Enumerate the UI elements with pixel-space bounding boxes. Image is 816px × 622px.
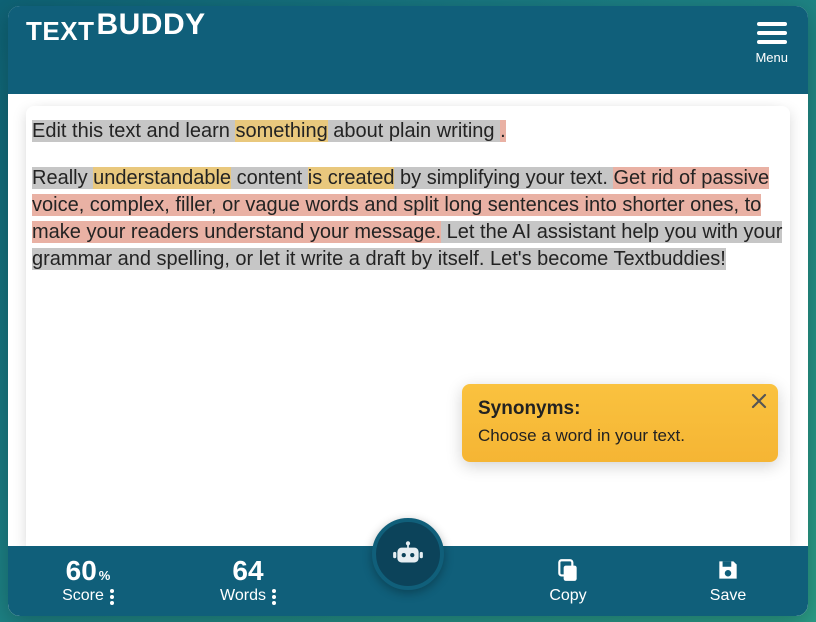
synonyms-popup: Synonyms: Choose a word in your text. <box>462 384 778 462</box>
text-segment[interactable]: understandable <box>93 167 231 189</box>
score-label: Score <box>62 587 104 605</box>
text-segment[interactable]: about plain writing <box>328 120 500 142</box>
text-segment[interactable]: by simplifying your text. <box>394 167 613 189</box>
footer-bar: 60% Score 64 Words Copy <box>8 546 808 616</box>
save-button[interactable]: Save <box>648 557 808 605</box>
synonyms-subtitle: Choose a word in your text. <box>478 426 762 446</box>
text-segment[interactable]: Let's become Textbuddies! <box>484 248 725 270</box>
text-segment[interactable]: Really <box>32 167 93 189</box>
copy-button[interactable]: Copy <box>488 557 648 605</box>
words-cell[interactable]: 64 Words <box>168 557 328 605</box>
close-icon[interactable] <box>750 392 768 414</box>
kebab-icon <box>272 589 276 605</box>
text-segment[interactable]: something <box>235 120 327 142</box>
brand-logo: TEXT BUDDY <box>26 18 206 48</box>
words-label: Words <box>220 587 266 605</box>
brand-buddy: BUDDY <box>96 10 205 40</box>
text-segment[interactable]: content <box>231 167 308 189</box>
app-window: TEXT BUDDY Menu Edit this text and learn… <box>8 6 808 616</box>
paragraph-2[interactable]: Really understandable content is created… <box>32 165 784 273</box>
menu-icon <box>755 22 788 44</box>
score-value: 60 <box>66 555 97 586</box>
text-editor[interactable]: Edit this text and learn something about… <box>26 106 790 556</box>
copy-label: Copy <box>488 587 648 605</box>
brand-text: TEXT <box>26 18 94 48</box>
menu-button[interactable]: Menu <box>755 18 788 65</box>
editor-area: Edit this text and learn something about… <box>8 94 808 546</box>
text-segment[interactable]: . <box>500 120 506 142</box>
menu-label: Menu <box>755 50 788 65</box>
text-segment[interactable]: is created <box>308 167 395 189</box>
robot-icon <box>391 537 425 571</box>
kebab-icon <box>110 589 114 605</box>
ai-assistant-button[interactable] <box>372 518 444 590</box>
save-label: Save <box>648 587 808 605</box>
score-cell[interactable]: 60% Score <box>8 557 168 605</box>
save-icon <box>715 557 741 583</box>
app-header: TEXT BUDDY Menu <box>8 6 808 94</box>
copy-icon <box>555 557 581 583</box>
paragraph-1[interactable]: Edit this text and learn something about… <box>32 118 784 145</box>
words-value: 64 <box>168 557 328 585</box>
synonyms-title: Synonyms: <box>478 398 762 420</box>
text-segment[interactable]: Edit this text and learn <box>32 120 235 142</box>
score-unit: % <box>99 568 111 583</box>
